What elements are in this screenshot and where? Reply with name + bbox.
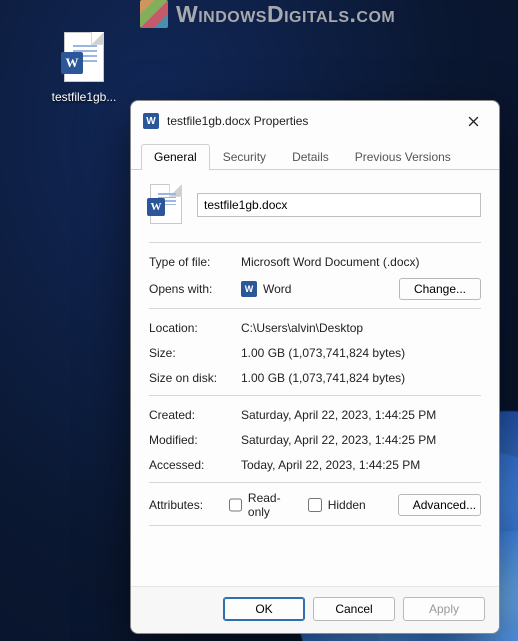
label-size-on-disk: Size on disk: [149,371,241,385]
value-modified: Saturday, April 22, 2023, 1:44:25 PM [241,433,481,447]
tab-security[interactable]: Security [210,144,279,170]
word-document-icon [61,32,107,84]
filename-input[interactable] [197,193,481,217]
desktop: WindowsDigitals.com testfile1gb... testf… [0,0,518,641]
word-app-icon [143,113,159,129]
hidden-checkbox[interactable] [308,498,322,512]
label-type-of-file: Type of file: [149,255,241,269]
tab-general[interactable]: General [141,144,210,170]
close-button[interactable] [457,109,489,133]
properties-dialog: testfile1gb.docx Properties General Secu… [130,100,500,634]
value-location: C:\Users\alvin\Desktop [241,321,481,335]
readonly-checkbox[interactable] [229,498,242,512]
desktop-file-label: testfile1gb... [44,90,124,104]
apply-button[interactable]: Apply [403,597,485,621]
word-app-icon [241,281,257,297]
desktop-file-icon[interactable]: testfile1gb... [44,32,124,104]
readonly-label: Read-only [248,491,292,519]
cancel-button[interactable]: Cancel [313,597,395,621]
value-created: Saturday, April 22, 2023, 1:44:25 PM [241,408,481,422]
site-watermark: WindowsDigitals.com [140,0,395,28]
tab-details[interactable]: Details [279,144,342,170]
readonly-checkbox-wrap[interactable]: Read-only [229,491,292,519]
close-icon [468,116,479,127]
label-modified: Modified: [149,433,241,447]
general-panel: Type of file: Microsoft Word Document (.… [131,170,499,586]
value-accessed: Today, April 22, 2023, 1:44:25 PM [241,458,481,472]
change-button[interactable]: Change... [399,278,481,300]
value-size: 1.00 GB (1,073,741,824 bytes) [241,346,481,360]
watermark-text: WindowsDigitals.com [176,1,395,28]
value-type-of-file: Microsoft Word Document (.docx) [241,255,481,269]
label-size: Size: [149,346,241,360]
label-location: Location: [149,321,241,335]
dialog-titlebar[interactable]: testfile1gb.docx Properties [131,101,499,137]
label-accessed: Accessed: [149,458,241,472]
label-attributes: Attributes: [149,498,229,512]
tab-previous-versions[interactable]: Previous Versions [342,144,464,170]
ok-button[interactable]: OK [223,597,305,621]
hidden-label: Hidden [328,498,366,512]
word-document-icon [149,184,183,226]
label-opens-with: Opens with: [149,282,241,296]
dialog-tabs: General Security Details Previous Versio… [131,143,499,170]
dialog-title: testfile1gb.docx Properties [167,114,308,128]
advanced-button[interactable]: Advanced... [398,494,481,516]
hidden-checkbox-wrap[interactable]: Hidden [308,498,366,512]
watermark-logo-icon [140,0,168,28]
label-created: Created: [149,408,241,422]
value-opens-with: Word [263,282,399,296]
dialog-button-row: OK Cancel Apply [131,586,499,633]
value-size-on-disk: 1.00 GB (1,073,741,824 bytes) [241,371,481,385]
